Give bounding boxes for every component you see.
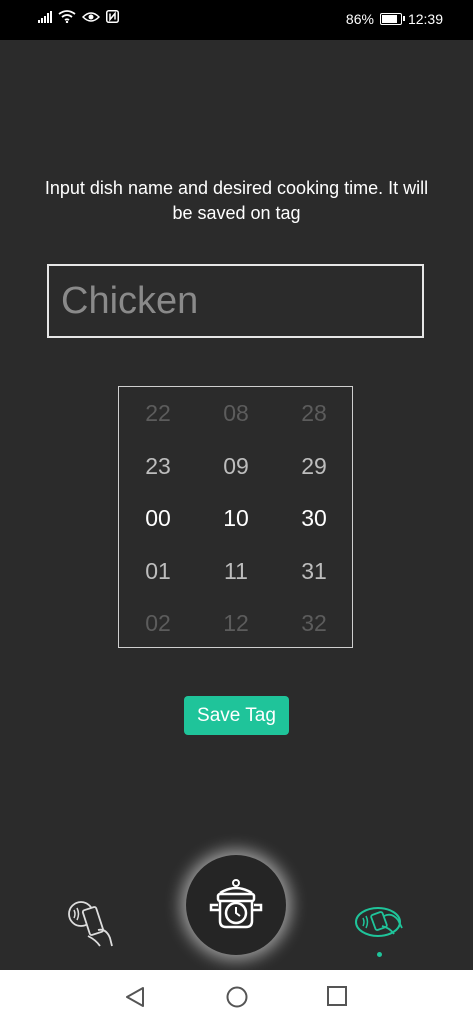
back-button[interactable] [124, 985, 146, 1014]
home-button[interactable] [225, 985, 249, 1014]
back-icon [126, 987, 144, 1007]
dish-name-input[interactable] [47, 264, 424, 338]
hours-option[interactable]: 22 [119, 387, 197, 440]
seconds-option[interactable]: 32 [275, 597, 353, 650]
wifi-icon [58, 10, 76, 23]
battery-icon [379, 13, 405, 25]
phone-nfc-icon [68, 901, 113, 947]
minutes-option[interactable]: 11 [197, 545, 275, 598]
status-icons [38, 10, 119, 23]
recents-icon [327, 986, 347, 1006]
seconds-wheel[interactable]: 28 29 30 31 32 [275, 387, 353, 650]
minutes-option[interactable]: 08 [197, 387, 275, 440]
hours-option[interactable]: 02 [119, 597, 197, 650]
minutes-option[interactable]: 09 [197, 440, 275, 493]
hours-wheel[interactable]: 22 23 00 01 02 [119, 387, 197, 650]
read-tag-nav-item[interactable] [66, 896, 118, 948]
signal-icon [38, 10, 52, 23]
cooking-time-picker[interactable]: 22 23 00 01 02 08 09 10 11 12 28 29 30 31 32 [118, 386, 353, 648]
hours-option[interactable]: 23 [119, 440, 197, 493]
active-indicator-dot [377, 952, 382, 957]
instruction-text: Input dish name and desired cooking time… [44, 178, 429, 223]
hours-option[interactable]: 01 [119, 545, 197, 598]
status-bar: 86% 12:39 [0, 0, 473, 40]
system-nav-bar [0, 970, 473, 1024]
hours-option[interactable]: 00 [119, 492, 197, 545]
clock: 12:39 [407, 11, 443, 27]
minutes-wheel[interactable]: 08 09 10 11 12 [197, 387, 275, 650]
battery-fill [381, 15, 397, 23]
save-tag-button[interactable]: Save Tag [184, 696, 289, 735]
seconds-option[interactable]: 28 [275, 387, 353, 440]
seconds-option[interactable]: 29 [275, 440, 353, 493]
write-tag-nav-item[interactable] [354, 900, 404, 940]
home-icon [226, 986, 248, 1008]
eye-icon [82, 11, 100, 22]
nfc-icon [106, 10, 119, 23]
recents-button[interactable] [326, 985, 348, 1012]
seconds-option[interactable]: 30 [275, 492, 353, 545]
status-right: 86% 12:39 [346, 11, 443, 27]
minutes-option[interactable]: 12 [197, 597, 275, 650]
minutes-option[interactable]: 10 [197, 492, 275, 545]
cooking-timer-fab[interactable] [186, 855, 286, 955]
write-tag-icon [355, 907, 403, 937]
battery-percent: 86% [345, 11, 374, 27]
cooking-pot-timer-icon [209, 879, 263, 929]
seconds-option[interactable]: 31 [275, 545, 353, 598]
